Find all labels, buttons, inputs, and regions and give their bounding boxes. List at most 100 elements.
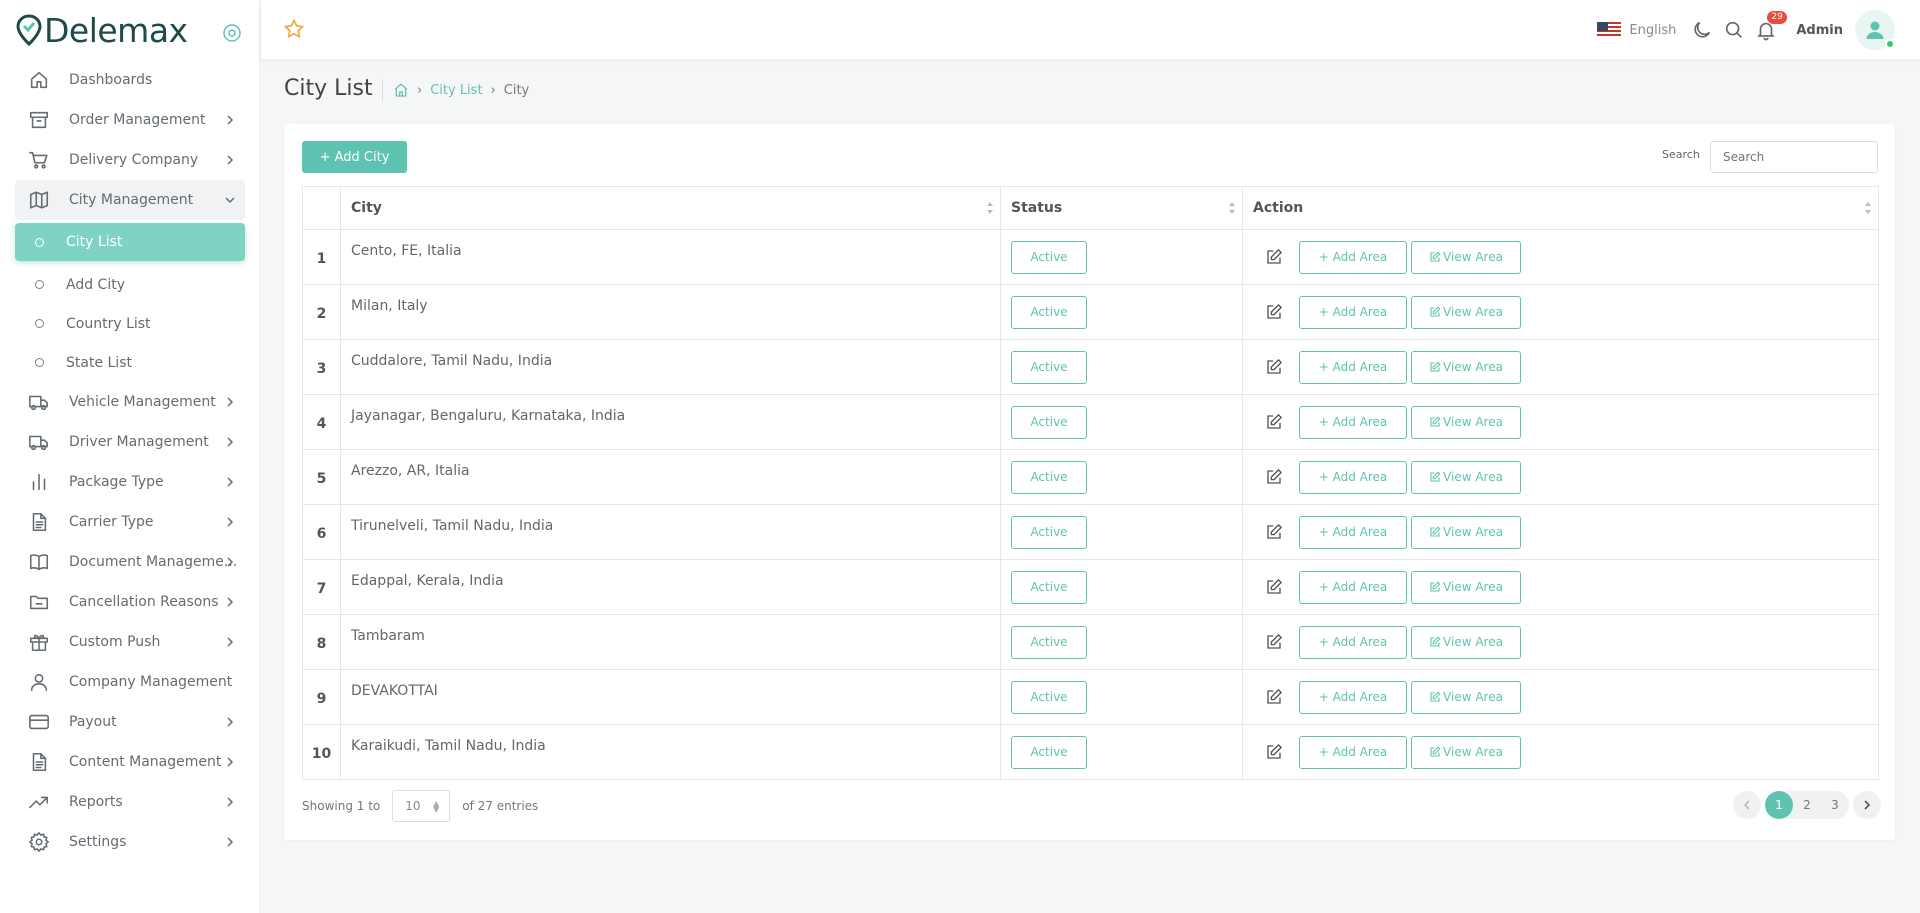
add-area-button[interactable]: + Add Area [1299,680,1407,714]
book-icon [29,554,49,571]
sidebar-item-company-management[interactable]: Company Management [15,662,245,702]
edit-icon[interactable] [1265,413,1283,431]
page-title: City List [284,76,373,101]
sidebar-item-label: Settings [69,834,127,850]
add-area-button[interactable]: + Add Area [1299,350,1407,384]
document-icon [32,752,47,772]
add-area-button[interactable]: + Add Area [1299,295,1407,329]
submenu-item-add-city[interactable]: Add City [15,265,245,304]
page-2-button[interactable]: 2 [1793,791,1821,819]
table-row: 7 Edappal, Kerala, India Active + Add Area V… [302,559,1879,615]
view-area-button[interactable]: View Area [1411,680,1521,714]
status-button[interactable]: Active [1011,515,1087,549]
sidebar-item-order-management[interactable]: Order Management [15,100,245,140]
pagination-pages: 1 2 3 [1765,791,1849,819]
edit-icon[interactable] [1265,468,1283,486]
submenu-item-city-list[interactable]: City List [15,223,245,261]
page-length-select[interactable]: 10 ▲ ▼ [392,789,451,822]
sidebar-item-document-manageme[interactable]: Document Manageme... [15,542,245,582]
view-area-button[interactable]: View Area [1411,570,1521,604]
sidebar-item-settings[interactable]: Settings [15,822,245,862]
view-area-button[interactable]: View Area [1411,405,1521,439]
sidebar-item-label: Carrier Type [69,514,154,530]
avatar[interactable] [1855,10,1895,50]
breadcrumb-current: City [503,82,530,98]
view-area-button[interactable]: View Area [1411,350,1521,384]
city-cell: Cuddalore, Tamil Nadu, India [340,339,1001,395]
sort-icon [1865,202,1871,214]
status-button[interactable]: Active [1011,625,1087,659]
view-area-button[interactable]: View Area [1411,625,1521,659]
pagination-next[interactable] [1853,791,1881,819]
sidebar-item-carrier-type[interactable]: Carrier Type [15,502,245,542]
chevron-left-icon [1743,800,1750,810]
search-input[interactable] [1710,141,1878,173]
status-button[interactable]: Active [1011,735,1087,769]
edit-icon[interactable] [1265,633,1283,651]
status-button[interactable]: Active [1011,680,1087,714]
sidebar-item-driver-management[interactable]: Driver Management [15,422,245,462]
us-flag-icon[interactable] [1597,22,1622,38]
submenu-item-country-list[interactable]: Country List [15,304,245,343]
sidebar-item-reports[interactable]: Reports [15,782,245,822]
chevron-down-icon [225,197,235,204]
home-icon[interactable] [393,82,409,98]
edit-icon[interactable] [1265,743,1283,761]
status-button[interactable]: Active [1011,405,1087,439]
view-area-label: View Area [1443,360,1503,374]
submenu-item-state-list[interactable]: State List [15,343,245,382]
sidebar-item-delivery-company[interactable]: Delivery Company [15,140,245,180]
add-area-button[interactable]: + Add Area [1299,515,1407,549]
sidebar-item-vehicle-management[interactable]: Vehicle Management [15,382,245,422]
view-area-button[interactable]: View Area [1411,515,1521,549]
add-area-button[interactable]: + Add Area [1299,240,1407,274]
view-area-button[interactable]: View Area [1411,735,1521,769]
language-selector[interactable]: English [1629,23,1676,38]
view-area-button[interactable]: View Area [1411,295,1521,329]
status-button[interactable]: Active [1011,460,1087,494]
status-button[interactable]: Active [1011,240,1087,274]
pagination-prev[interactable] [1733,791,1761,819]
add-city-button[interactable]: + Add City [302,141,407,173]
sidebar-item-custom-push[interactable]: Custom Push [15,622,245,662]
sidebar-toggle-icon[interactable] [222,23,242,43]
logo-pin-icon [16,14,42,46]
edit-icon[interactable] [1265,303,1283,321]
edit-icon[interactable] [1265,688,1283,706]
breadcrumb-link[interactable]: City List [430,83,482,98]
view-area-button[interactable]: View Area [1411,240,1521,274]
sidebar-item-cancellation-reasons[interactable]: Cancellation Reasons [15,582,245,622]
logo[interactable]: Delemax [16,10,188,50]
star-icon[interactable] [283,18,305,40]
status-button[interactable]: Active [1011,295,1087,329]
edit-icon[interactable] [1265,578,1283,596]
column-header-action[interactable]: Action [1242,186,1879,230]
dark-mode-icon[interactable] [1691,19,1713,41]
add-area-button[interactable]: + Add Area [1299,570,1407,604]
add-area-button[interactable]: + Add Area [1299,735,1407,769]
breadcrumb-separator: › [490,82,496,98]
edit-icon[interactable] [1265,248,1283,266]
column-header-status[interactable]: Status [1000,186,1243,230]
column-header-city[interactable]: City [340,186,1001,230]
sidebar-item-label: Driver Management [69,434,209,450]
notifications-button[interactable]: 29 [1755,11,1787,41]
status-button[interactable]: Active [1011,350,1087,384]
sidebar-item-content-management[interactable]: Content Management [15,742,245,782]
search-icon[interactable] [1723,19,1745,41]
edit-icon[interactable] [1265,358,1283,376]
page-3-button[interactable]: 3 [1821,791,1849,819]
add-area-button[interactable]: + Add Area [1299,625,1407,659]
bar-chart-icon [32,473,46,491]
view-area-button[interactable]: View Area [1411,460,1521,494]
sidebar-item-package-type[interactable]: Package Type [15,462,245,502]
add-area-button[interactable]: + Add Area [1299,460,1407,494]
page-1-button[interactable]: 1 [1765,791,1793,819]
status-button[interactable]: Active [1011,570,1087,604]
add-area-button[interactable]: + Add Area [1299,405,1407,439]
user-name[interactable]: Admin [1796,23,1843,38]
sidebar-item-dashboards[interactable]: Dashboards [15,60,245,100]
edit-icon[interactable] [1265,523,1283,541]
sidebar-item-city-management[interactable]: City Management [15,180,245,220]
sidebar-item-payout[interactable]: Payout [15,702,245,742]
